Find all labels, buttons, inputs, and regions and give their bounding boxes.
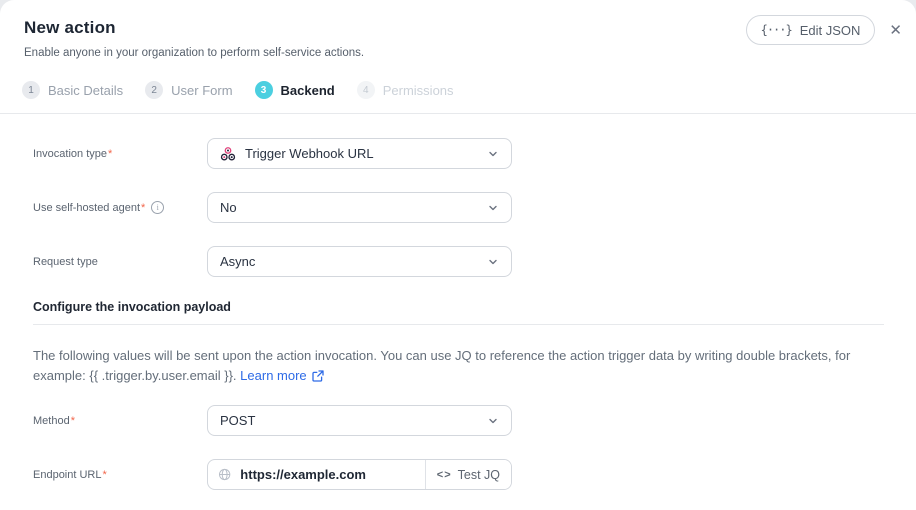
request-type-value: Async	[220, 254, 487, 269]
edit-json-label: Edit JSON	[800, 23, 861, 38]
step-number-badge: 1	[22, 81, 40, 99]
test-jq-label: Test JQ	[458, 468, 500, 482]
test-jq-button[interactable]: <> Test JQ	[426, 460, 511, 489]
method-label: Method*	[33, 415, 207, 427]
external-link-icon	[312, 370, 324, 382]
edit-json-button[interactable]: {···} Edit JSON	[746, 15, 876, 45]
required-asterisk: *	[103, 469, 107, 481]
braces-icon: {···}	[761, 23, 792, 37]
self-hosted-agent-value: No	[220, 200, 487, 215]
chevron-down-icon	[487, 415, 499, 427]
invocation-type-label: Invocation type*	[33, 148, 207, 160]
close-icon[interactable]: ✕	[889, 23, 902, 38]
endpoint-url-input-wrap	[208, 460, 426, 489]
request-type-row: Request type Async	[33, 246, 884, 277]
chevron-down-icon	[487, 202, 499, 214]
chevron-down-icon	[487, 256, 499, 268]
payload-section-heading: Configure the invocation payload	[33, 300, 884, 314]
request-type-select[interactable]: Async	[207, 246, 512, 277]
step-label: Backend	[281, 83, 335, 98]
self-hosted-agent-row: Use self-hosted agent* i No	[33, 192, 884, 223]
step-label: Permissions	[383, 83, 454, 98]
modal-body: Invocation type* Trigger Webhook URL	[0, 114, 916, 490]
required-asterisk: *	[71, 415, 75, 427]
code-brackets-icon: <>	[437, 469, 452, 481]
modal-header: New action Enable anyone in your organiz…	[0, 0, 916, 113]
stepper: 1 Basic Details 2 User Form 3 Backend 4 …	[22, 81, 892, 113]
step-permissions[interactable]: 4 Permissions	[357, 81, 454, 99]
step-label: User Form	[171, 83, 232, 98]
endpoint-url-row: Endpoint URL* <> Test JQ	[33, 459, 884, 490]
invocation-type-select[interactable]: Trigger Webhook URL	[207, 138, 512, 169]
payload-section-divider	[33, 324, 884, 325]
step-user-form[interactable]: 2 User Form	[145, 81, 232, 99]
request-type-label: Request type	[33, 256, 207, 268]
method-value: POST	[220, 413, 487, 428]
method-select[interactable]: POST	[207, 405, 512, 436]
step-basic-details[interactable]: 1 Basic Details	[22, 81, 123, 99]
invocation-type-row: Invocation type* Trigger Webhook URL	[33, 138, 884, 169]
self-hosted-agent-label: Use self-hosted agent* i	[33, 201, 207, 214]
required-asterisk: *	[108, 148, 112, 160]
step-label: Basic Details	[48, 83, 123, 98]
new-action-modal: New action Enable anyone in your organiz…	[0, 0, 916, 510]
endpoint-url-label: Endpoint URL*	[33, 469, 207, 481]
endpoint-url-group: <> Test JQ	[207, 459, 512, 490]
method-row: Method* POST	[33, 405, 884, 436]
step-number-badge: 3	[255, 81, 273, 99]
info-icon[interactable]: i	[151, 201, 164, 214]
learn-more-link[interactable]: Learn more	[240, 366, 323, 386]
invocation-type-value: Trigger Webhook URL	[245, 146, 487, 161]
endpoint-url-input[interactable]	[240, 467, 414, 482]
page-subtitle: Enable anyone in your organization to pe…	[24, 47, 892, 59]
self-hosted-agent-select[interactable]: No	[207, 192, 512, 223]
payload-section-description: The following values will be sent upon t…	[33, 346, 884, 386]
required-asterisk: *	[141, 202, 145, 214]
chevron-down-icon	[487, 148, 499, 160]
step-backend[interactable]: 3 Backend	[255, 81, 335, 99]
webhook-icon	[220, 146, 236, 162]
step-number-badge: 2	[145, 81, 163, 99]
step-number-badge: 4	[357, 81, 375, 99]
header-actions: {···} Edit JSON ✕	[746, 15, 902, 45]
globe-icon	[218, 467, 231, 482]
